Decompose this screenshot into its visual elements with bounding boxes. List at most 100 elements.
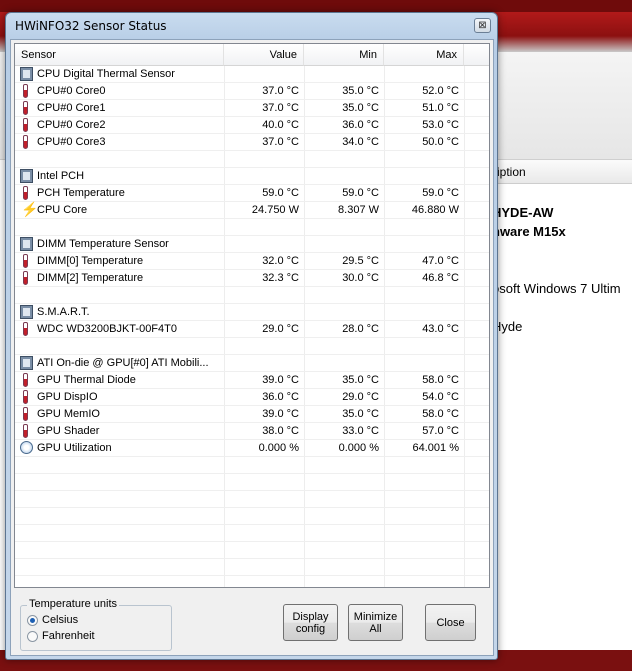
background-computer-name: HYDE-AW	[492, 205, 554, 220]
close-button[interactable]: Close	[425, 604, 476, 641]
celsius-label[interactable]: Celsius	[42, 614, 78, 626]
sensor-row[interactable]: ⚡ CPU Core 24.750 W 8.307 W 46.880 W	[15, 201, 489, 219]
sensor-row[interactable]: GPU MemIO 39.0 °C 35.0 °C 58.0 °C	[15, 406, 489, 423]
empty-row	[15, 338, 489, 355]
sensor-name: CPU#0 Core3	[37, 136, 106, 148]
sensor-group-row[interactable]: DIMM Temperature Sensor	[15, 236, 489, 253]
sensor-row[interactable]: PCH Temperature 59.0 °C 59.0 °C 59.0 °C	[15, 185, 489, 202]
sensor-row[interactable]: WDC WD3200BJKT-00F4T0 29.0 °C 28.0 °C 43.0 …	[15, 321, 489, 338]
column-header-min[interactable]: Min	[304, 44, 384, 66]
sensor-name: DIMM[2] Temperature	[37, 272, 144, 284]
background-os-name: osoft Windows 7 Ultim	[492, 281, 621, 296]
sensor-min: 35.0 °C	[342, 85, 379, 97]
sensor-row[interactable]: DIMM[0] Temperature 32.0 °C 29.5 °C 47.0 °C	[15, 253, 489, 270]
radio-selected-icon[interactable]	[27, 615, 38, 626]
fahrenheit-radio[interactable]: Fahrenheit	[27, 630, 157, 644]
sensor-row[interactable]: DIMM[2] Temperature 32.3 °C 30.0 °C 46.8 °C	[15, 270, 489, 287]
celsius-radio[interactable]: Celsius	[27, 614, 157, 628]
empty-row	[15, 576, 489, 587]
sensor-value: 38.0 °C	[262, 425, 299, 437]
background-column-header[interactable]: ription	[487, 160, 632, 184]
sensor-max: 57.0 °C	[422, 425, 459, 437]
sensor-max: 58.0 °C	[422, 374, 459, 386]
sensor-min: 0.000 %	[338, 442, 379, 454]
window-title: HWiNFO32 Sensor Status	[15, 19, 167, 33]
temperature-units-legend: Temperature units	[27, 598, 120, 610]
sensor-status-window: HWiNFO32 Sensor Status ⊠ Sensor Value Mi…	[5, 12, 498, 660]
sensor-value: 37.0 °C	[262, 136, 299, 148]
sensor-value: 37.0 °C	[262, 102, 299, 114]
background-computer-model: nware M15x	[492, 224, 566, 239]
temperature-units-group: Temperature units Celsius Fahrenheit	[20, 598, 172, 651]
lightning-bolt-icon: ⚡	[21, 201, 39, 217]
chip-icon	[20, 237, 33, 251]
sensor-group-row[interactable]: S.M.A.R.T.	[15, 304, 489, 321]
sensor-row[interactable]: CPU#0 Core3 37.0 °C 34.0 °C 50.0 °C	[15, 134, 489, 151]
sensor-name: GPU Shader	[37, 425, 100, 437]
sensor-name: CPU#0 Core2	[37, 119, 106, 131]
sensor-max: 43.0 °C	[422, 323, 459, 335]
column-header-value[interactable]: Value	[224, 44, 304, 66]
thermometer-icon	[23, 373, 28, 387]
sensor-row[interactable]: GPU DispIO 36.0 °C 29.0 °C 54.0 °C	[15, 389, 489, 406]
gauge-icon	[20, 441, 33, 454]
sensor-row[interactable]: GPU Shader 38.0 °C 33.0 °C 57.0 °C	[15, 423, 489, 440]
sensor-value: 29.0 °C	[262, 323, 299, 335]
empty-row	[15, 151, 489, 168]
sensor-group-row[interactable]: Intel PCH	[15, 168, 489, 185]
sensor-name: Intel PCH	[37, 170, 85, 182]
sensor-max: 59.0 °C	[422, 187, 459, 199]
sensor-group-row[interactable]: CPU Digital Thermal Sensor	[15, 66, 489, 83]
sensor-name: GPU MemIO	[37, 408, 100, 420]
sensor-value: 32.0 °C	[262, 255, 299, 267]
sensor-name: S.M.A.R.T.	[37, 306, 90, 318]
sensor-value: 40.0 °C	[262, 119, 299, 131]
sensor-value: 39.0 °C	[262, 374, 299, 386]
empty-row	[15, 542, 489, 559]
column-header-sensor[interactable]: Sensor	[15, 44, 224, 66]
display-config-button[interactable]: Display config	[283, 604, 338, 641]
sensor-max: 47.0 °C	[422, 255, 459, 267]
column-header-max[interactable]: Max	[384, 44, 464, 66]
sensor-min: 34.0 °C	[342, 136, 379, 148]
sensor-min: 29.5 °C	[342, 255, 379, 267]
sensor-min: 28.0 °C	[342, 323, 379, 335]
sensor-max: 51.0 °C	[422, 102, 459, 114]
sensor-row[interactable]: CPU#0 Core1 37.0 °C 35.0 °C 51.0 °C	[15, 100, 489, 117]
radio-unselected-icon[interactable]	[27, 631, 38, 642]
sensor-max: 64.001 %	[412, 442, 459, 454]
fahrenheit-label[interactable]: Fahrenheit	[42, 630, 95, 642]
empty-row	[15, 508, 489, 525]
sensor-row[interactable]: CPU#0 Core0 37.0 °C 35.0 °C 52.0 °C	[15, 83, 489, 100]
chip-icon	[20, 356, 33, 370]
sensor-name: WDC WD3200BJKT-00F4T0	[37, 323, 177, 335]
sensor-max: 53.0 °C	[422, 119, 459, 131]
sensor-list[interactable]: Sensor Value Min Max CPU Digital Thermal…	[14, 43, 490, 588]
sensor-min: 30.0 °C	[342, 272, 379, 284]
sensor-row[interactable]: GPU Utilization 0.000 % 0.000 % 64.001 %	[15, 440, 489, 457]
sensor-min: 35.0 °C	[342, 102, 379, 114]
sensor-value: 32.3 °C	[262, 272, 299, 284]
thermometer-icon	[23, 390, 28, 404]
minimize-all-button[interactable]: Minimize All	[348, 604, 403, 641]
window-close-icon[interactable]: ⊠	[474, 18, 491, 33]
thermometer-icon	[23, 101, 28, 115]
sensor-min: 8.307 W	[338, 204, 379, 216]
sensor-max: 52.0 °C	[422, 85, 459, 97]
sensor-group-row[interactable]: ATI On-die @ GPU[#0] ATI Mobili...	[15, 355, 489, 372]
sensor-min: 36.0 °C	[342, 119, 379, 131]
sensor-value: 37.0 °C	[262, 85, 299, 97]
empty-row	[15, 219, 489, 236]
chip-icon	[20, 305, 33, 319]
empty-row	[15, 559, 489, 576]
sensor-row[interactable]: GPU Thermal Diode 39.0 °C 35.0 °C 58.0 °C	[15, 372, 489, 389]
window-client-area: Sensor Value Min Max CPU Digital Thermal…	[10, 39, 494, 656]
minimize-all-label: Minimize All	[353, 610, 398, 635]
chip-icon	[20, 169, 33, 183]
sensor-name: GPU DispIO	[37, 391, 98, 403]
sensor-name: GPU Thermal Diode	[37, 374, 136, 386]
sensor-min: 29.0 °C	[342, 391, 379, 403]
sensor-row[interactable]: CPU#0 Core2 40.0 °C 36.0 °C 53.0 °C	[15, 117, 489, 134]
background-top-bar	[0, 0, 632, 12]
thermometer-icon	[23, 186, 28, 200]
